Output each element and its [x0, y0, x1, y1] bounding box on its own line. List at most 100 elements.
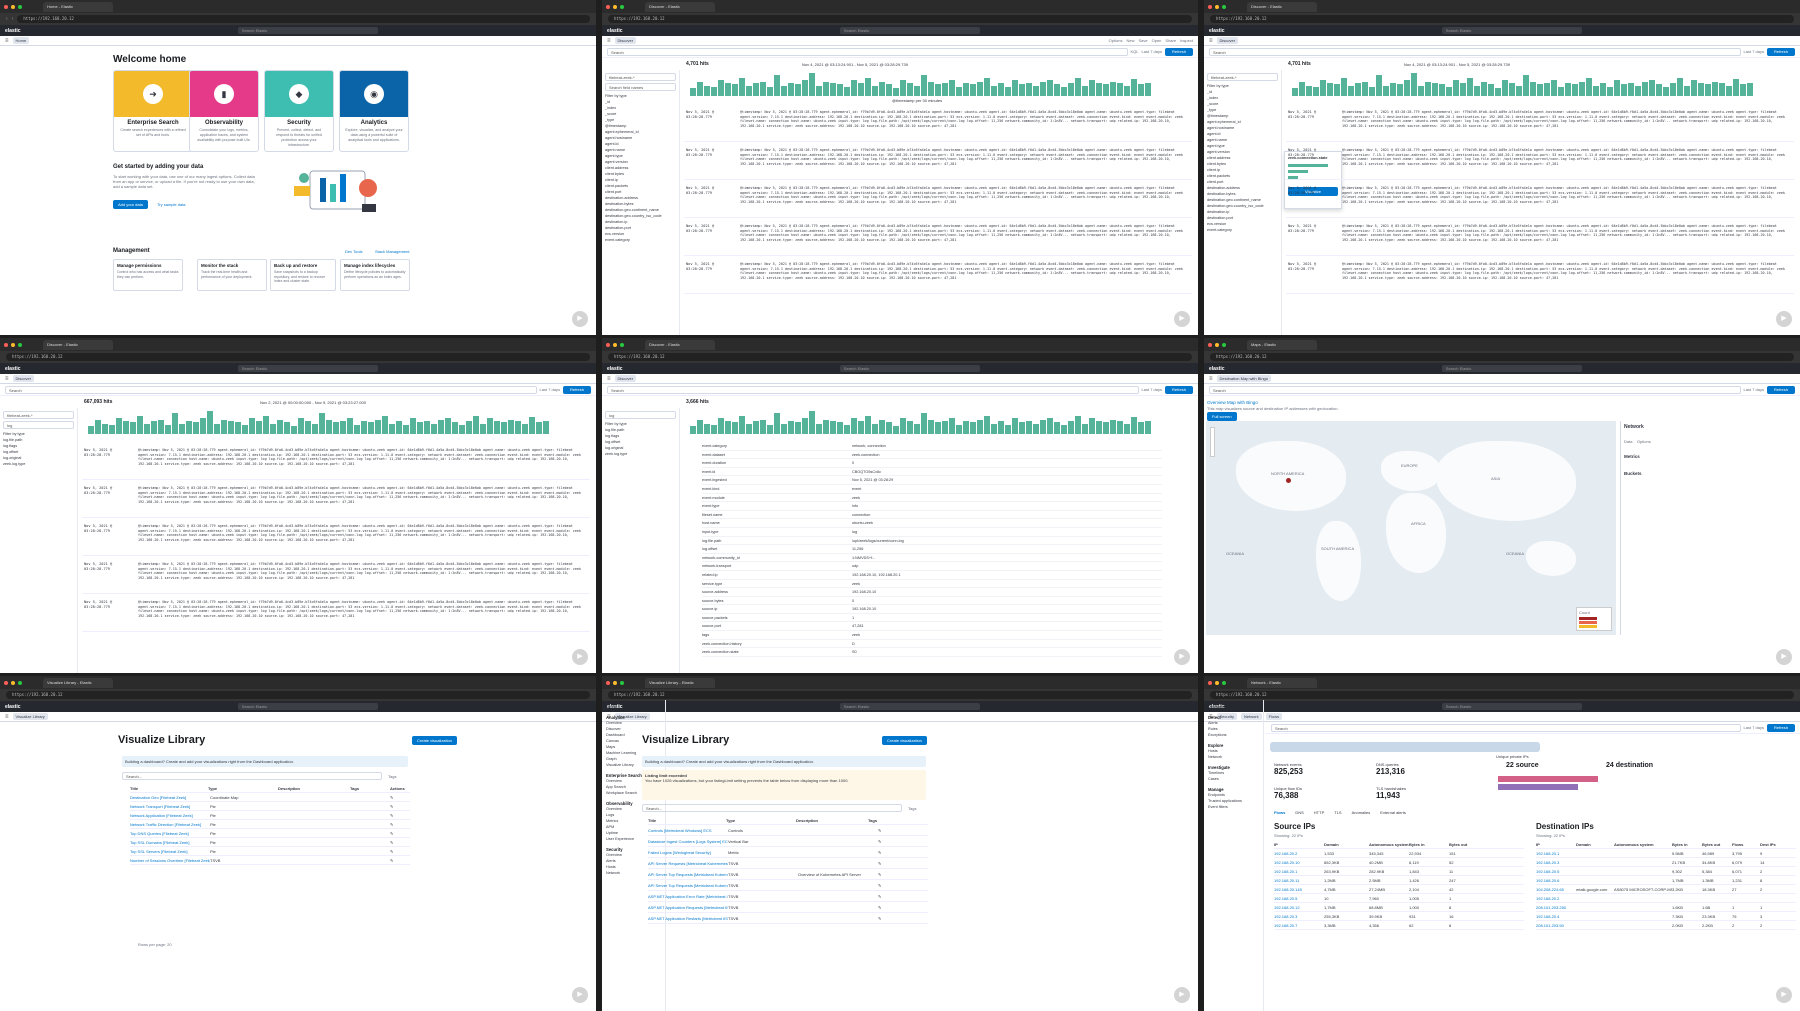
visualization-title-link[interactable]: Network Application [Filebeat Zeek] — [130, 811, 210, 819]
kql-toggle[interactable]: KQL — [1131, 49, 1139, 54]
tab-0[interactable]: Flows — [1274, 810, 1285, 815]
field-item[interactable]: event.category — [1207, 227, 1278, 233]
col-header[interactable]: Bytes in — [1672, 840, 1702, 848]
histogram-bar[interactable] — [1005, 86, 1011, 96]
document-row[interactable]: Nov 5, 2021 @ 03:28:28.779 @timestamp: No… — [82, 446, 590, 480]
histogram-bar[interactable] — [900, 418, 906, 434]
histogram-bar[interactable] — [1362, 81, 1368, 96]
col-type[interactable]: Type — [726, 816, 796, 824]
breadcrumb-discover[interactable]: Discover — [12, 375, 35, 382]
minimize-window-icon[interactable] — [1215, 680, 1219, 685]
table-row[interactable]: 208.101.203.250 1.6KB 1.6B 1 1 — [1536, 903, 1796, 912]
histogram-bar[interactable] — [298, 418, 304, 434]
maximize-window-icon[interactable] — [18, 342, 22, 347]
histogram-bar[interactable] — [1327, 83, 1333, 96]
histogram-bar[interactable] — [501, 422, 507, 434]
histogram-bar[interactable] — [1138, 84, 1144, 96]
histogram-bar[interactable] — [445, 418, 451, 434]
layer-tab-data[interactable]: Data — [1624, 439, 1632, 444]
histogram-bar[interactable] — [459, 424, 465, 434]
address-bar[interactable]: https://192.168.20.12 — [1210, 15, 1794, 23]
histogram-bar[interactable] — [830, 421, 836, 434]
histogram-bar[interactable] — [774, 413, 780, 434]
stack-management-link[interactable]: Stack Management — [370, 247, 414, 256]
histogram-bar[interactable] — [921, 413, 927, 434]
histogram-bar[interactable] — [1733, 79, 1739, 96]
histogram-bar[interactable] — [179, 423, 185, 434]
histogram-bar[interactable] — [1026, 421, 1032, 434]
document-row[interactable]: Nov 5, 2021 @ 03:28:28.779 @timestamp: No… — [684, 146, 1192, 180]
visualization-title-link[interactable]: Network Transport [Filebeat Zeek] — [130, 802, 210, 810]
histogram-bar[interactable] — [704, 85, 710, 96]
mgmt-card-monitor[interactable]: Monitor the stack Track the real-time he… — [197, 259, 267, 291]
query-input[interactable]: Search — [607, 385, 1139, 394]
breadcrumb-home[interactable]: Home — [12, 37, 30, 44]
histogram-bar[interactable] — [487, 418, 493, 434]
histogram-bar[interactable] — [872, 423, 878, 434]
map-point[interactable] — [1286, 478, 1291, 483]
histogram-bar[interactable] — [144, 423, 150, 434]
document-row[interactable]: Nov 5, 2021 @ 03:28:28.779 @timestamp: No… — [1286, 146, 1794, 180]
histogram-bar[interactable] — [1663, 86, 1669, 96]
back-icon[interactable]: ‹ — [6, 16, 8, 22]
histogram-bar[interactable] — [991, 423, 997, 434]
table-row[interactable]: 192.168.20.1 263,9KB 282.9KB 1,843 11 — [1274, 867, 1524, 876]
table-row[interactable]: Top SSL Domains [Filebeat Zeek] Pie ✎ — [130, 838, 410, 847]
histogram-bar[interactable] — [1061, 86, 1067, 96]
col-header[interactable]: Bytes in — [1409, 840, 1449, 848]
histogram-bar[interactable] — [928, 81, 934, 96]
histogram-bar[interactable] — [1530, 81, 1536, 96]
histogram-bar[interactable] — [1642, 81, 1648, 96]
histogram-bar[interactable] — [1649, 80, 1655, 96]
visualization-title-link[interactable]: Controls [Metricbeat Windows] ECS — [648, 825, 728, 835]
histogram-bar[interactable] — [739, 77, 745, 96]
address-bar[interactable]: https://192.168.20.12 — [17, 15, 590, 23]
histogram-bar[interactable] — [417, 422, 423, 434]
histogram-bar[interactable] — [739, 415, 745, 434]
tags-filter[interactable]: Tags — [908, 806, 916, 811]
table-row[interactable]: API Server Top Requests [Metricbeat Kube… — [648, 880, 928, 891]
query-input[interactable]: Search — [5, 385, 537, 394]
play-icon[interactable]: ▶ — [1776, 649, 1792, 665]
document-row[interactable]: Nov 5, 2021 @ 03:28:28.779 @timestamp: No… — [82, 522, 590, 556]
histogram-bar[interactable] — [851, 418, 857, 434]
security-nav-item[interactable]: Event filters — [1208, 804, 1259, 810]
map-zoom-controls[interactable] — [1210, 427, 1215, 457]
histogram-bar[interactable] — [284, 422, 290, 434]
histogram-bar[interactable] — [942, 83, 948, 96]
visualization-title-link[interactable]: Destination Geo [Filebeat Zeek] — [130, 793, 210, 801]
histogram[interactable] — [1292, 70, 1788, 96]
query-input[interactable]: Search — [1209, 385, 1741, 394]
histogram-bar[interactable] — [221, 419, 227, 434]
histogram-bar[interactable] — [893, 426, 899, 434]
histogram-bar[interactable] — [480, 423, 486, 434]
histogram-bar[interactable] — [1033, 85, 1039, 96]
histogram-bar[interactable] — [242, 424, 248, 434]
histogram-bar[interactable] — [1488, 84, 1494, 96]
add-data-button[interactable]: Add your data — [113, 200, 148, 209]
histogram-bar[interactable] — [256, 421, 262, 434]
minimize-window-icon[interactable] — [11, 680, 15, 685]
table-row[interactable]: Network Application [Filebeat Zeek] Pie ✎ — [130, 811, 410, 820]
histogram-bar[interactable] — [830, 83, 836, 96]
field-item[interactable]: zeek.log.type — [605, 451, 676, 457]
ip-link[interactable]: 192.168.20.2 — [1536, 894, 1576, 902]
histogram-bar[interactable] — [1551, 80, 1557, 96]
histogram-bar[interactable] — [697, 81, 703, 96]
play-icon[interactable]: ▶ — [1174, 649, 1190, 665]
histogram-bar[interactable] — [522, 423, 528, 434]
global-search-input[interactable]: Search Elastic — [237, 27, 378, 34]
histogram-bar[interactable] — [200, 418, 206, 434]
histogram-bar[interactable] — [1096, 421, 1102, 434]
global-search-input[interactable]: Search Elastic — [839, 365, 980, 372]
histogram-bar[interactable] — [1341, 77, 1347, 96]
col-header[interactable]: IP — [1274, 840, 1324, 848]
histogram-bar[interactable] — [1726, 85, 1732, 96]
nav-item[interactable]: Home — [606, 704, 661, 710]
histogram-bar[interactable] — [963, 83, 969, 96]
maximize-window-icon[interactable] — [620, 4, 624, 9]
col-header[interactable]: IP — [1536, 840, 1576, 848]
histogram-bar[interactable] — [907, 421, 913, 434]
search-input[interactable]: Search... — [122, 772, 382, 780]
menu-icon[interactable]: ≡ — [5, 714, 9, 720]
